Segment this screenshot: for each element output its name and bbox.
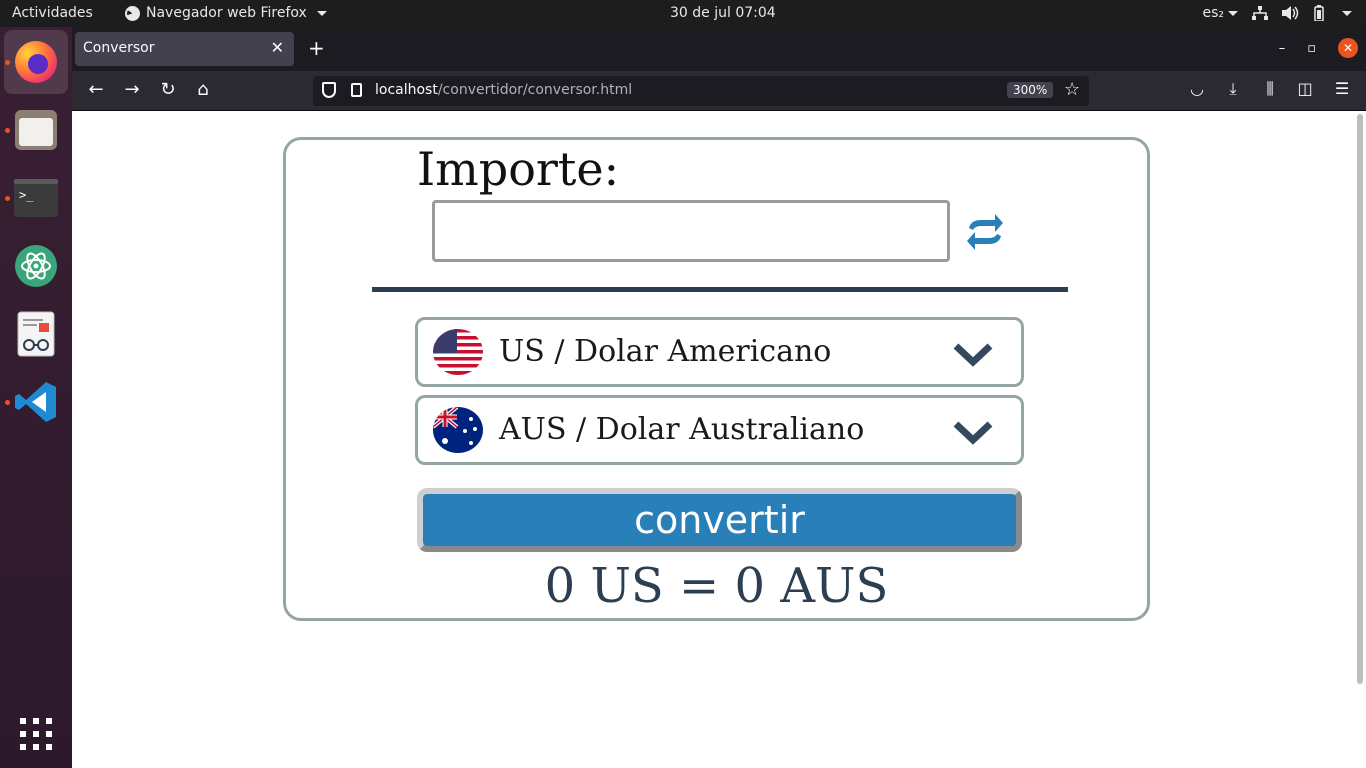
files-icon (15, 110, 57, 150)
activities-button[interactable]: Actividades (12, 5, 93, 21)
library-icon[interactable]: ⫼ (1259, 79, 1281, 99)
home-button[interactable]: ⌂ (191, 79, 215, 100)
au-flag-icon (433, 407, 483, 453)
system-tray[interactable]: es₂ (1202, 5, 1352, 21)
svg-text:>_: >_ (19, 188, 34, 202)
swap-currencies-icon[interactable] (965, 212, 1005, 252)
maximize-button[interactable]: ▫ (1307, 41, 1316, 56)
dock-show-apps[interactable] (4, 702, 68, 766)
page-info-icon[interactable] (351, 83, 362, 97)
dock-terminal[interactable]: >_ (4, 166, 68, 230)
dock-files[interactable] (4, 98, 68, 162)
chevron-down-icon (953, 421, 993, 445)
running-indicator (5, 196, 10, 201)
url-path: /convertidor/conversor.html (437, 82, 633, 98)
chevron-down-icon (1228, 10, 1238, 16)
running-indicator (5, 60, 10, 65)
us-flag-icon (433, 329, 483, 375)
close-window-button[interactable]: ✕ (1338, 38, 1358, 58)
scrollbar-thumb[interactable] (1357, 114, 1363, 684)
page-content: Importe: US / Dolar Americano AUS / Dola… (72, 112, 1356, 768)
dock-vscode[interactable] (4, 370, 68, 434)
from-currency-select[interactable]: US / Dolar Americano (415, 317, 1024, 387)
dock-firefox[interactable] (4, 30, 68, 94)
document-viewer-icon (17, 311, 55, 357)
clock[interactable]: 30 de jul 07:04 (670, 5, 776, 21)
chevron-down-icon (316, 10, 327, 16)
volume-icon (1282, 6, 1299, 20)
navigation-toolbar: ← → ↻ ⌂ localhost/convertidor/conversor.… (72, 71, 1366, 111)
reload-button[interactable]: ↻ (156, 79, 180, 100)
hamburger-menu-icon[interactable]: ☰ (1331, 79, 1353, 98)
network-icon (1252, 6, 1268, 20)
running-indicator (5, 400, 10, 405)
convert-button[interactable]: convertir (417, 488, 1022, 552)
app-menu[interactable]: Navegador web Firefox (125, 5, 327, 21)
chevron-down-icon (953, 343, 993, 367)
shield-icon[interactable] (322, 82, 336, 98)
close-tab-icon[interactable]: ✕ (271, 38, 284, 57)
dock-document-viewer[interactable] (4, 302, 68, 366)
amount-label: Importe: (417, 142, 620, 196)
tab-title: Conversor (83, 40, 155, 56)
url-bar[interactable]: localhost/convertidor/conversor.html 300… (313, 76, 1089, 106)
converter-card: Importe: US / Dolar Americano AUS / Dola… (283, 137, 1150, 621)
system-top-bar: Actividades Navegador web Firefox 30 de … (0, 0, 1366, 27)
conversion-result: 0 US = 0 AUS (544, 558, 889, 614)
back-button[interactable]: ← (84, 79, 108, 100)
tab-bar: Conversor ✕ + – ▫ ✕ (72, 27, 1366, 71)
sidebar-icon[interactable]: ◫ (1294, 79, 1316, 98)
url-host: localhost (375, 82, 438, 98)
to-currency-label: AUS / Dolar Australiano (499, 412, 865, 447)
firefox-icon (15, 41, 57, 83)
battery-icon (1314, 5, 1324, 21)
amount-input[interactable] (432, 200, 950, 262)
running-indicator (5, 128, 10, 133)
forward-button[interactable]: → (120, 79, 144, 100)
downloads-icon[interactable]: ⤓ (1222, 79, 1244, 99)
minimize-button[interactable]: – (1279, 41, 1286, 56)
zoom-level-badge[interactable]: 300% (1007, 82, 1054, 98)
dock-atom[interactable] (4, 234, 68, 298)
page-scrollbar[interactable] (1356, 112, 1366, 768)
tab-conversor[interactable]: Conversor ✕ (75, 32, 294, 66)
from-currency-label: US / Dolar Americano (499, 334, 832, 369)
app-menu-label: Navegador web Firefox (146, 5, 307, 21)
keyboard-layout-label: es₂ (1202, 5, 1224, 21)
window-controls: – ▫ ✕ (1279, 38, 1358, 58)
atom-icon (15, 245, 57, 287)
url-text[interactable]: localhost/convertidor/conversor.html (375, 82, 632, 98)
to-currency-select[interactable]: AUS / Dolar Australiano (415, 395, 1024, 465)
chevron-down-icon (1342, 10, 1352, 16)
dock: >_ (0, 27, 72, 768)
firefox-mini-icon (125, 5, 140, 21)
terminal-icon: >_ (14, 179, 58, 217)
show-apps-icon (20, 718, 52, 750)
pocket-icon[interactable]: ◡ (1186, 79, 1208, 98)
divider (372, 287, 1068, 292)
new-tab-button[interactable]: + (308, 36, 325, 60)
bookmark-star-icon[interactable]: ☆ (1064, 79, 1080, 100)
keyboard-layout-indicator[interactable]: es₂ (1202, 5, 1238, 21)
vscode-icon (15, 382, 56, 422)
